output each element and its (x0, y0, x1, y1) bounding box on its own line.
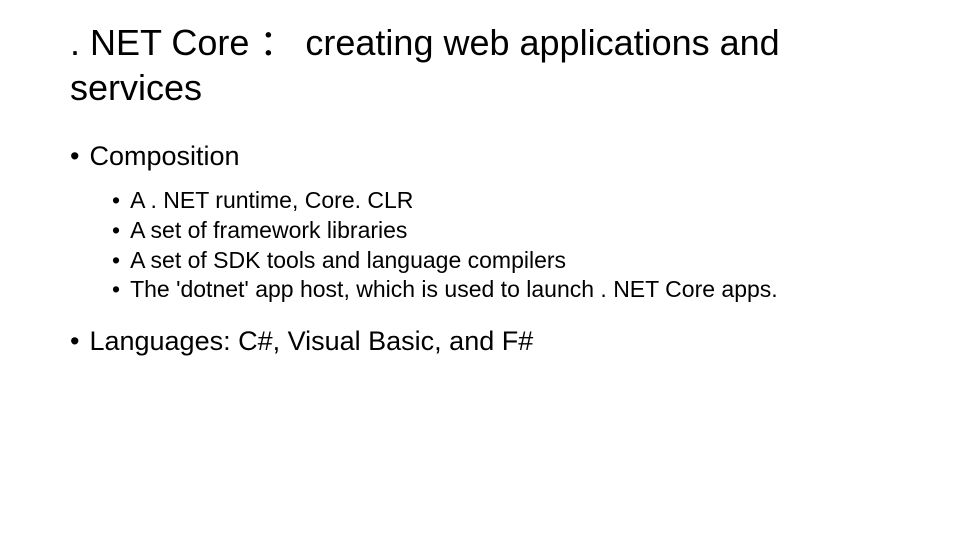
sub-bullet: • A set of framework libraries (112, 216, 890, 246)
bullet-composition-text: Composition (89, 138, 239, 176)
sub-bullet: • A . NET runtime, Core. CLR (112, 186, 890, 216)
bullet-composition: • Composition (70, 138, 890, 176)
sub-bullet-text: The 'dotnet' app host, which is used to … (130, 275, 890, 305)
bullet-dot-icon: • (112, 275, 120, 305)
sub-bullet-text: A set of framework libraries (130, 216, 890, 246)
slide-title: . NET Core ： creating web applications a… (70, 20, 890, 110)
bullet-dot-icon: • (112, 186, 120, 216)
sub-bullet-text: A set of SDK tools and language compiler… (130, 246, 890, 276)
bullet-dot-icon: • (70, 323, 79, 361)
bullet-dot-icon: • (112, 216, 120, 246)
bullet-languages-text: Languages: C#, Visual Basic, and F# (89, 323, 533, 361)
sub-bullet: • A set of SDK tools and language compil… (112, 246, 890, 276)
sub-bullet-text: A . NET runtime, Core. CLR (130, 186, 890, 216)
bullet-languages: • Languages: C#, Visual Basic, and F# (70, 323, 890, 361)
bullet-dot-icon: • (70, 138, 79, 176)
sub-bullet: • The 'dotnet' app host, which is used t… (112, 275, 890, 305)
bullet-dot-icon: • (112, 246, 120, 276)
